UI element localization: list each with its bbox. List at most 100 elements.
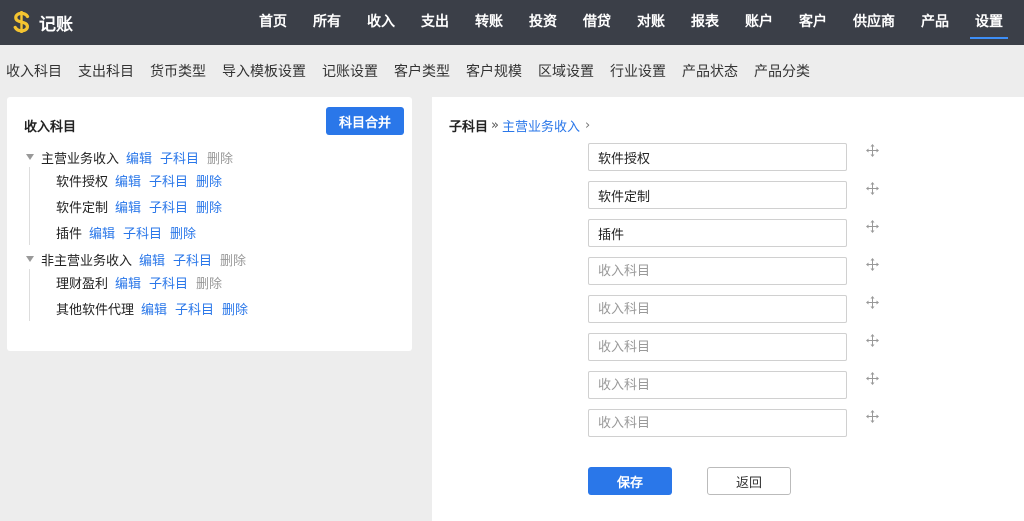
edit-link[interactable]: 编辑 — [139, 250, 165, 269]
panel-title: 收入科目 — [24, 120, 77, 135]
move-handle-icon[interactable] — [866, 182, 879, 195]
nav-item[interactable]: 客户 — [794, 0, 832, 45]
move-handle-icon[interactable] — [866, 296, 879, 309]
category-tree: 主营业务收入 编辑 子科目 删除 软件授权 编辑 子科目 删除 软件定制 编辑 子科目 删除 插件 编辑子… — [25, 147, 405, 321]
subcategory-input[interactable] — [588, 409, 847, 437]
caret-down-icon[interactable] — [26, 256, 34, 262]
delete-link: 删除 — [220, 253, 247, 269]
save-button[interactable]: 保存 — [588, 467, 672, 495]
subnav-item[interactable]: 收入科目 — [6, 61, 62, 81]
subcategory-field-row — [588, 219, 879, 257]
move-handle-icon[interactable] — [866, 334, 879, 347]
category-name: 插件 — [56, 226, 83, 242]
merge-categories-button[interactable]: 科目合并 — [326, 107, 404, 135]
subcategory-input[interactable] — [588, 181, 847, 209]
subnav-item[interactable]: 产品状态 — [682, 61, 738, 81]
subnav-item[interactable]: 行业设置 — [610, 61, 666, 81]
subcategory-link[interactable]: 子科目 — [149, 197, 188, 216]
subnav-item[interactable]: 货币类型 — [150, 61, 206, 81]
subcategory-field-row — [588, 333, 879, 371]
category-name: 非主营业务收入 — [41, 253, 133, 269]
subnav-item[interactable]: 客户类型 — [394, 61, 450, 81]
nav-item[interactable]: 账户 — [740, 0, 778, 45]
tree-children: 理财盈利 编辑 子科目 删除 其他软件代理 编辑 子科目 删除 — [29, 269, 405, 321]
nav-item[interactable]: 借贷 — [578, 0, 616, 45]
subcategory-field-row — [588, 371, 879, 409]
main-nav: 首页 所有 收入 支出 转账 投资 借贷 对账 报表 账户 客户 供应商 产品 设置 — [246, 0, 1016, 45]
move-handle-icon[interactable] — [866, 372, 879, 385]
edit-link[interactable]: 编辑 — [141, 299, 167, 318]
move-handle-icon[interactable] — [866, 410, 879, 423]
delete-link[interactable]: 删除 — [196, 197, 222, 216]
breadcrumb-current-link[interactable]: 主营业务收入 — [502, 116, 580, 135]
subcategory-link[interactable]: 子科目 — [149, 273, 188, 292]
delete-link[interactable]: 删除 — [196, 171, 222, 190]
category-name: 其他软件代理 — [56, 302, 135, 318]
edit-link[interactable]: 编辑 — [115, 197, 141, 216]
subcategory-field-row — [588, 257, 879, 295]
nav-item[interactable]: 所有 — [308, 0, 346, 45]
subcategory-link[interactable]: 子科目 — [149, 171, 188, 190]
nav-item[interactable]: 支出 — [416, 0, 454, 45]
delete-link: 删除 — [196, 276, 223, 292]
tree-group-row: 非主营业务收入 编辑 子科目 删除 — [25, 249, 405, 269]
brand[interactable]: 记账 — [12, 9, 73, 35]
subcategory-input[interactable] — [588, 219, 847, 247]
category-name: 理财盈利 — [56, 276, 109, 292]
tree-child-row: 软件定制 编辑 子科目 删除 — [56, 193, 405, 219]
nav-item[interactable]: 首页 — [254, 0, 292, 45]
subcategory-field-row — [588, 181, 879, 219]
move-handle-icon[interactable] — [866, 220, 879, 233]
subcategory-field-row — [588, 295, 879, 333]
subcategory-link[interactable]: 子科目 — [160, 148, 199, 167]
breadcrumb-root: 子科目 — [449, 120, 489, 135]
subcategory-link[interactable]: 子科目 — [123, 223, 162, 242]
subcategory-input[interactable] — [588, 257, 847, 285]
app-title: 记账 — [39, 14, 73, 35]
subcategory-link[interactable]: 子科目 — [175, 299, 214, 318]
tree-child-row: 插件 编辑 子科目 删除 — [56, 219, 405, 245]
subcategory-field-row — [588, 143, 879, 181]
subcategory-input[interactable] — [588, 333, 847, 361]
tree-child-row: 理财盈利 编辑 子科目 删除 — [56, 269, 405, 295]
subcategory-input[interactable] — [588, 295, 847, 323]
category-tree-panel: 收入科目 科目合并 主营业务收入 编辑 子科目 删除 软件授权 编辑 子科目 删除 软件定制 编辑… — [7, 97, 412, 351]
breadcrumb: 子科目 » 主营业务收入 › — [449, 116, 590, 135]
nav-item[interactable]: 对账 — [632, 0, 670, 45]
subcategory-link[interactable]: 子科目 — [173, 250, 212, 269]
tree-child-row: 软件授权 编辑 子科目 删除 — [56, 167, 405, 193]
back-button[interactable]: 返回 — [707, 467, 791, 495]
subcategory-input[interactable] — [588, 371, 847, 399]
chevron-right-icon[interactable]: › — [585, 118, 590, 133]
move-handle-icon[interactable] — [866, 258, 879, 271]
edit-link[interactable]: 编辑 — [115, 171, 141, 190]
nav-item[interactable]: 产品 — [916, 0, 954, 45]
tree-group-row: 主营业务收入 编辑 子科目 删除 — [25, 147, 405, 167]
subcategory-editor-panel: 子科目 » 主营业务收入 › 保存 返回 — [432, 97, 1024, 521]
subnav-item[interactable]: 区域设置 — [538, 61, 594, 81]
edit-link[interactable]: 编辑 — [89, 223, 115, 242]
edit-link[interactable]: 编辑 — [115, 273, 141, 292]
nav-item[interactable]: 转账 — [470, 0, 508, 45]
edit-link[interactable]: 编辑 — [126, 148, 152, 167]
subnav-item[interactable]: 导入模板设置 — [222, 61, 306, 81]
delete-link[interactable]: 删除 — [170, 223, 196, 242]
subnav-item[interactable]: 客户规模 — [466, 61, 522, 81]
breadcrumb-separator-icon: » — [491, 118, 499, 133]
nav-item[interactable]: 供应商 — [848, 0, 900, 45]
move-handle-icon[interactable] — [866, 144, 879, 157]
tree-children: 软件授权 编辑 子科目 删除 软件定制 编辑 子科目 删除 插件 编辑 子科目 删除 — [29, 167, 405, 245]
nav-item[interactable]: 投资 — [524, 0, 562, 45]
subnav-item[interactable]: 支出科目 — [78, 61, 134, 81]
nav-item[interactable]: 报表 — [686, 0, 724, 45]
subnav-item[interactable]: 产品分类 — [754, 61, 810, 81]
subnav-item[interactable]: 记账设置 — [322, 61, 378, 81]
subcategory-field-row — [588, 409, 879, 447]
subcategory-input[interactable] — [588, 143, 847, 171]
caret-down-icon[interactable] — [26, 154, 34, 160]
delete-link: 删除 — [207, 151, 234, 167]
nav-item[interactable]: 设置 — [970, 0, 1008, 45]
delete-link[interactable]: 删除 — [222, 299, 248, 318]
nav-item[interactable]: 收入 — [362, 0, 400, 45]
subcategory-fields — [588, 143, 879, 447]
